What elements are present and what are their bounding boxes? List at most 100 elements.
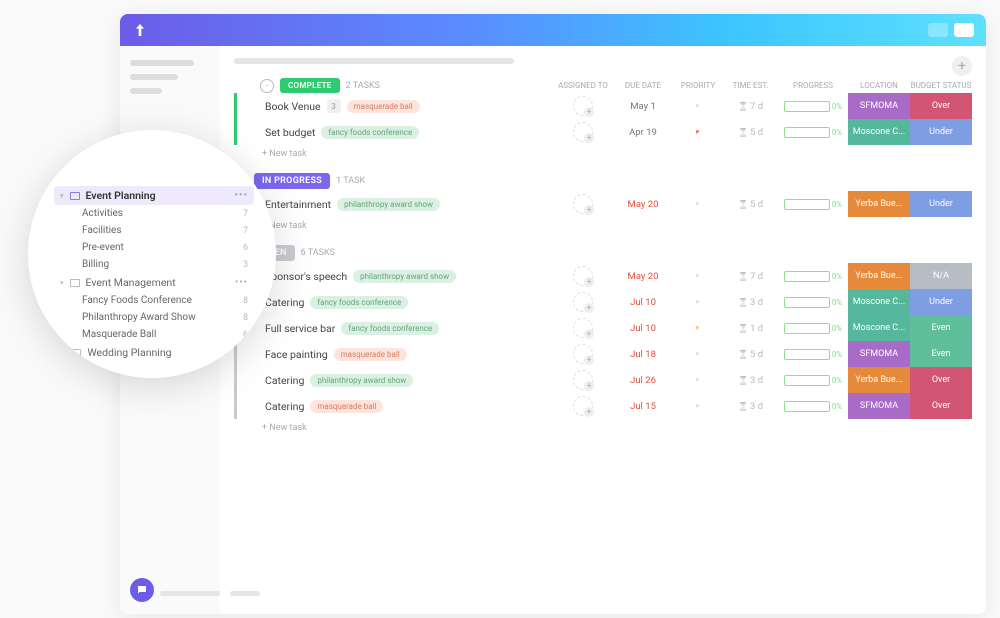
task-row[interactable]: Cateringmasquerade ballJul 153 d0%SFMOMA…	[234, 393, 972, 419]
task-tag[interactable]: fancy foods conference	[341, 322, 439, 335]
assignee-add-button[interactable]	[573, 266, 593, 286]
sidebar-folder-item[interactable]: ▶Wedding Planning	[54, 343, 254, 362]
sidebar-list-item[interactable]: Billing3	[54, 256, 254, 273]
time-estimate-cell[interactable]: 3 d	[723, 400, 778, 413]
sidebar-folder-item[interactable]: ▾Event Planning•••	[54, 186, 254, 205]
time-estimate-cell[interactable]: 7 d	[723, 100, 778, 113]
more-icon[interactable]: •••	[234, 190, 248, 201]
assignee-add-button[interactable]	[573, 318, 593, 338]
sidebar-list-item[interactable]: Masquerade Ball6	[54, 326, 254, 343]
window-control-max[interactable]	[954, 23, 974, 37]
location-cell[interactable]: Yerba Bue...	[848, 191, 910, 217]
task-tag[interactable]: philanthropy award show	[310, 374, 413, 387]
time-estimate-cell[interactable]: 1 d	[723, 322, 778, 335]
progress-cell[interactable]: 0%	[778, 198, 848, 211]
due-date-cell[interactable]: May 20	[613, 270, 673, 283]
task-row[interactable]: Book Venue3masquerade ballMay 17 d0%SFMO…	[234, 93, 972, 119]
assignee-add-button[interactable]	[573, 194, 593, 214]
progress-cell[interactable]: 0%	[778, 100, 848, 113]
sidebar-list-item[interactable]: Pre-event6	[54, 239, 254, 256]
task-row[interactable]: Set budgetfancy foods conferenceApr 195 …	[234, 119, 972, 145]
progress-cell[interactable]: 0%	[778, 270, 848, 283]
budget-status-cell[interactable]: Under	[910, 289, 972, 315]
due-date-cell[interactable]: Jul 26	[613, 374, 673, 387]
progress-cell[interactable]: 0%	[778, 296, 848, 309]
new-task-button[interactable]: + New task	[234, 145, 972, 161]
new-task-button[interactable]: + New task	[234, 217, 972, 233]
priority-flag-icon[interactable]	[693, 101, 703, 111]
assignee-add-button[interactable]	[573, 96, 593, 116]
task-tag[interactable]: masquerade ball	[310, 400, 383, 413]
budget-status-cell[interactable]: Over	[910, 393, 972, 419]
location-cell[interactable]: Moscone C...	[848, 119, 910, 145]
location-cell[interactable]: SFMOMA	[848, 93, 910, 119]
due-date-cell[interactable]: May 1	[613, 100, 673, 113]
task-row[interactable]: Face paintingmasquerade ballJul 185 d0%S…	[234, 341, 972, 367]
task-row[interactable]: Sponsor's speechphilanthropy award showM…	[234, 263, 972, 289]
location-cell[interactable]: SFMOMA	[848, 393, 910, 419]
location-cell[interactable]: Moscone C...	[848, 315, 910, 341]
budget-status-cell[interactable]: Over	[910, 367, 972, 393]
progress-cell[interactable]: 0%	[778, 322, 848, 335]
due-date-cell[interactable]: Jul 10	[613, 296, 673, 309]
more-icon[interactable]: •••	[235, 277, 248, 288]
due-date-cell[interactable]: May 20	[613, 198, 673, 211]
time-estimate-cell[interactable]: 5 d	[723, 198, 778, 211]
task-tag[interactable]: philanthropy award show	[337, 198, 440, 211]
chat-fab-button[interactable]	[130, 578, 154, 602]
priority-flag-icon[interactable]	[693, 375, 703, 385]
priority-flag-icon[interactable]	[693, 127, 703, 137]
progress-cell[interactable]: 0%	[778, 348, 848, 361]
task-tag[interactable]: fancy foods conference	[321, 126, 419, 139]
budget-status-cell[interactable]: N/A	[910, 263, 972, 289]
priority-flag-icon[interactable]	[693, 323, 703, 333]
budget-status-cell[interactable]: Over	[910, 93, 972, 119]
assignee-add-button[interactable]	[573, 122, 593, 142]
assignee-add-button[interactable]	[573, 292, 593, 312]
time-estimate-cell[interactable]: 3 d	[723, 374, 778, 387]
assignee-add-button[interactable]	[573, 344, 593, 364]
assignee-add-button[interactable]	[573, 396, 593, 416]
location-cell[interactable]: SFMOMA	[848, 341, 910, 367]
window-control-min[interactable]	[928, 23, 948, 37]
time-estimate-cell[interactable]: 5 d	[723, 348, 778, 361]
due-date-cell[interactable]: Jul 18	[613, 348, 673, 361]
task-row[interactable]: Cateringphilanthropy award showJul 263 d…	[234, 367, 972, 393]
due-date-cell[interactable]: Jul 15	[613, 400, 673, 413]
time-estimate-cell[interactable]: 3 d	[723, 296, 778, 309]
progress-cell[interactable]: 0%	[778, 374, 848, 387]
task-row[interactable]: Cateringfancy foods conferenceJul 103 d0…	[234, 289, 972, 315]
location-cell[interactable]: Yerba Bue...	[848, 263, 910, 289]
task-tag[interactable]: masquerade ball	[334, 348, 407, 361]
task-row[interactable]: Entertainmentphilanthropy award showMay …	[234, 191, 972, 217]
budget-status-cell[interactable]: Under	[910, 119, 972, 145]
assignee-add-button[interactable]	[573, 370, 593, 390]
sidebar-list-item[interactable]: Activities7	[54, 205, 254, 222]
due-date-cell[interactable]: Apr 19	[613, 126, 673, 139]
budget-status-cell[interactable]: Even	[910, 315, 972, 341]
task-row[interactable]: Full service barfancy foods conferenceJu…	[234, 315, 972, 341]
task-tag[interactable]: fancy foods conference	[310, 296, 408, 309]
sidebar-list-item[interactable]: Philanthropy Award Show8	[54, 309, 254, 326]
priority-flag-icon[interactable]	[693, 199, 703, 209]
sidebar-list-item[interactable]: Fancy Foods Conference8	[54, 292, 254, 309]
priority-flag-icon[interactable]	[693, 297, 703, 307]
progress-cell[interactable]: 0%	[778, 400, 848, 413]
task-tag[interactable]: masquerade ball	[347, 100, 420, 113]
priority-flag-icon[interactable]	[693, 271, 703, 281]
time-estimate-cell[interactable]: 7 d	[723, 270, 778, 283]
progress-cell[interactable]: 0%	[778, 126, 848, 139]
priority-flag-icon[interactable]	[693, 349, 703, 359]
sidebar-list-item[interactable]: Facilities7	[54, 222, 254, 239]
due-date-cell[interactable]: Jul 10	[613, 322, 673, 335]
new-task-button[interactable]: + New task	[234, 419, 972, 435]
task-tag[interactable]: philanthropy award show	[353, 270, 456, 283]
budget-status-cell[interactable]: Even	[910, 341, 972, 367]
sidebar-folder-item[interactable]: ▾Event Management•••	[54, 273, 254, 292]
location-cell[interactable]: Moscone C...	[848, 289, 910, 315]
priority-flag-icon[interactable]	[693, 401, 703, 411]
group-toggle[interactable]: −	[260, 79, 274, 93]
location-cell[interactable]: Yerba Bue...	[848, 367, 910, 393]
budget-status-cell[interactable]: Under	[910, 191, 972, 217]
time-estimate-cell[interactable]: 5 d	[723, 126, 778, 139]
